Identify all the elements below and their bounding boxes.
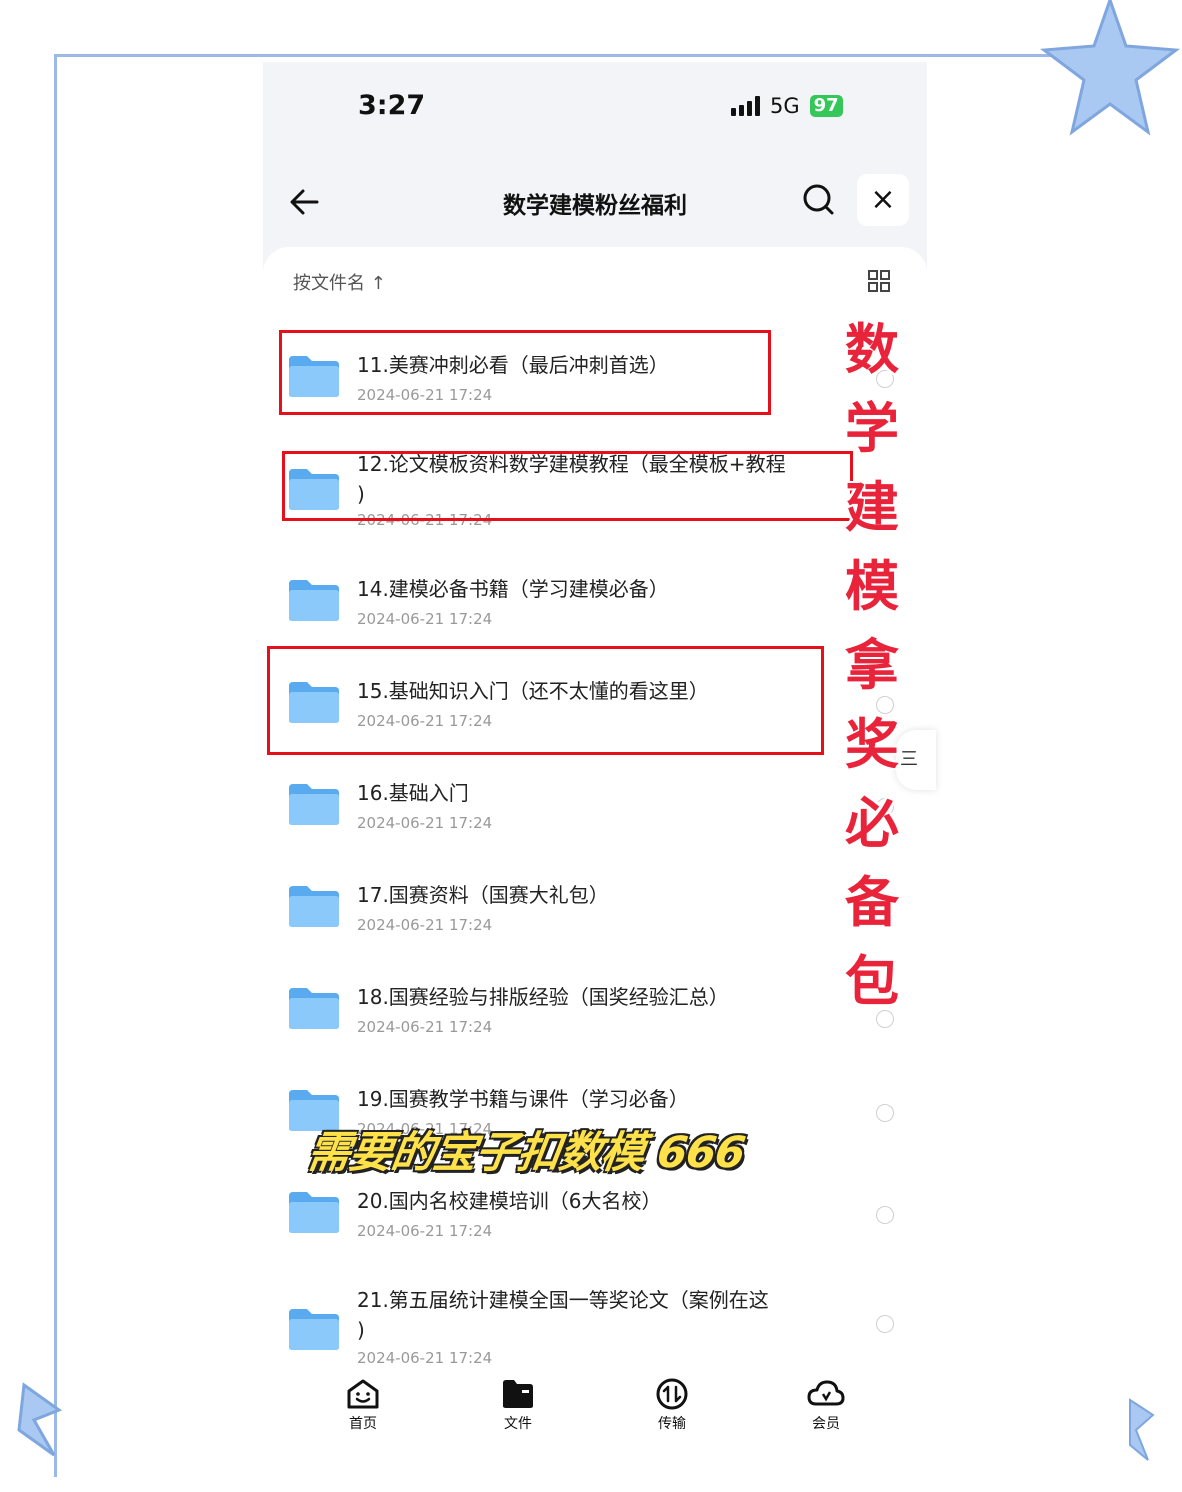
promo-char: 拿 xyxy=(845,634,899,697)
tab-label: 首页 xyxy=(349,1416,377,1432)
cloud-icon xyxy=(807,1380,845,1406)
file-date: 2024-06-21 17:24 xyxy=(357,610,493,628)
file-name: 14.建模必备书籍（学习建模必备） xyxy=(357,577,669,601)
promo-char: 奖 xyxy=(845,713,899,776)
file-date: 2024-06-21 17:24 xyxy=(357,916,493,934)
tab-label: 会员 xyxy=(812,1416,840,1432)
tab-home[interactable]: 首页 xyxy=(323,1377,403,1433)
select-radio[interactable] xyxy=(876,1104,894,1122)
folder-icon xyxy=(289,988,339,1029)
select-radio[interactable] xyxy=(876,1315,894,1333)
file-date: 2024-06-21 17:24 xyxy=(357,1018,493,1036)
phone-screen: 3:27 5G 97 数学建模粉丝福利 × 按文件名 ↑ 11.美赛冲刺必看（最… xyxy=(263,62,927,1452)
highlight-box xyxy=(282,451,853,521)
sort-button[interactable]: 按文件名 ↑ xyxy=(293,269,386,295)
tab-label: 传输 xyxy=(658,1416,686,1432)
file-name: 16.基础入门 xyxy=(357,781,469,805)
file-name: 18.国赛经验与排版经验（国奖经验汇总） xyxy=(357,985,729,1009)
battery-level: 97 xyxy=(809,95,843,117)
tab-label: 文件 xyxy=(504,1416,532,1432)
folder-icon xyxy=(289,886,339,927)
header-area: 3:27 5G 97 数学建模粉丝福利 × xyxy=(263,62,927,272)
file-name-cont: ) xyxy=(357,1318,365,1342)
nav-bar: 数学建模粉丝福利 × xyxy=(263,172,927,232)
folder-icon xyxy=(289,784,339,825)
tab-files[interactable]: 文件 xyxy=(478,1377,558,1433)
file-date: 2024-06-21 17:24 xyxy=(357,1349,493,1367)
file-date: 2024-06-21 17:24 xyxy=(357,1222,493,1240)
status-time: 3:27 xyxy=(358,90,426,121)
promo-char: 模 xyxy=(845,555,899,618)
file-name: 19.国赛教学书籍与课件（学习必备） xyxy=(357,1087,689,1111)
home-smile-icon xyxy=(347,1379,379,1409)
close-button[interactable]: × xyxy=(857,174,909,226)
bottom-tab-bar: 首页 文件 传输 会员 xyxy=(263,1367,927,1452)
signal-icon xyxy=(731,96,760,116)
highlight-box xyxy=(267,646,824,755)
file-name: 20.国内名校建模培训（6大名校） xyxy=(357,1189,662,1213)
file-date: 2024-06-21 17:24 xyxy=(357,814,493,832)
file-name: 21.第五届统计建模全国一等奖论文（案例在这 xyxy=(357,1288,769,1312)
network-type: 5G xyxy=(770,94,800,118)
folder-icon xyxy=(289,1192,339,1233)
highlight-box xyxy=(279,330,771,415)
folder-icon xyxy=(289,580,339,621)
promo-vertical-text: 数 学 建 模 拿 奖 必 备 包 xyxy=(840,310,904,1021)
search-icon[interactable] xyxy=(799,180,839,220)
star-decoration-icon xyxy=(1040,0,1181,136)
status-indicators: 5G 97 xyxy=(731,94,843,118)
promo-char: 备 xyxy=(845,871,899,934)
tab-transfer[interactable]: 传输 xyxy=(632,1377,712,1433)
file-list-sheet: 按文件名 ↑ 11.美赛冲刺必看（最后冲刺首选） 2024-06-21 17:2… xyxy=(263,247,927,1452)
transfer-icon xyxy=(656,1378,688,1410)
file-name: 17.国赛资料（国赛大礼包） xyxy=(357,883,609,907)
folder-icon xyxy=(289,1309,339,1350)
promo-char: 必 xyxy=(845,792,899,855)
tab-vip[interactable]: 会员 xyxy=(786,1377,866,1433)
promo-char: 数 xyxy=(845,318,899,381)
grid-view-icon[interactable] xyxy=(867,269,891,293)
promo-char: 学 xyxy=(845,397,899,460)
promo-caption: 需要的宝子扣数模 666 xyxy=(303,1128,748,1178)
star-decoration-icon xyxy=(1129,1398,1155,1461)
promo-char: 建 xyxy=(845,476,899,539)
star-decoration-icon xyxy=(17,1382,63,1457)
folder-icon xyxy=(503,1380,533,1408)
select-radio[interactable] xyxy=(876,1206,894,1224)
promo-char: 包 xyxy=(845,950,899,1013)
